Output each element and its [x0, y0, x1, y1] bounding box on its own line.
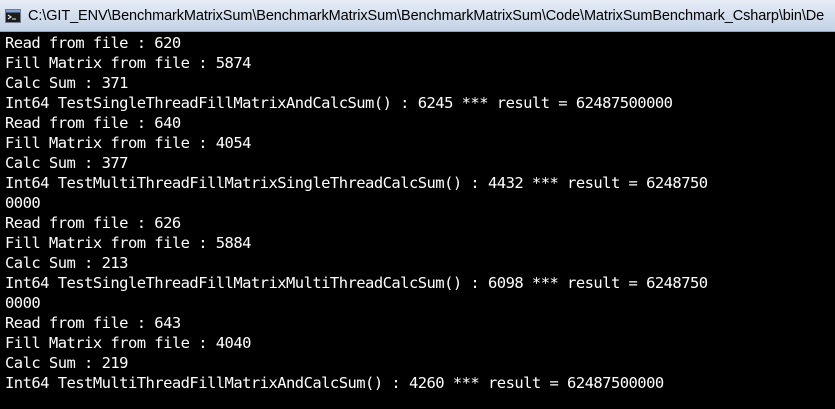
window-title: C:\GIT_ENV\BenchmarkMatrixSum\BenchmarkM… [28, 7, 825, 24]
title-bar[interactable]: C:\GIT_ENV\BenchmarkMatrixSum\BenchmarkM… [0, 0, 835, 32]
console-line: Fill Matrix from file : 4054 [5, 134, 251, 152]
console-line: Calc Sum : 371 [5, 74, 129, 92]
console-line: Calc Sum : 377 [5, 154, 129, 172]
console-line: Read from file : 626 [5, 214, 181, 232]
console-output[interactable]: Read from file : 620 Fill Matrix from fi… [0, 32, 835, 409]
console-line: Read from file : 620 [5, 34, 181, 52]
console-line: 0000 [5, 294, 41, 312]
console-line: Int64 TestSingleThreadFillMatrixMultiThr… [5, 274, 708, 292]
console-line: Calc Sum : 219 [5, 354, 129, 372]
console-line: Int64 TestMultiThreadFillMatrixSingleThr… [5, 174, 708, 192]
console-line: Int64 TestSingleThreadFillMatrixAndCalcS… [5, 94, 673, 112]
console-app-icon [5, 8, 21, 23]
console-line: 0000 [5, 194, 41, 212]
console-line: Read from file : 643 [5, 314, 181, 332]
console-line: Read from file : 640 [5, 114, 181, 132]
console-line: Fill Matrix from file : 4040 [5, 334, 251, 352]
console-line: Calc Sum : 213 [5, 254, 129, 272]
console-line: Fill Matrix from file : 5874 [5, 54, 251, 72]
console-line: Int64 TestMultiThreadFillMatrixAndCalcSu… [5, 374, 664, 392]
console-line: Fill Matrix from file : 5884 [5, 234, 251, 252]
